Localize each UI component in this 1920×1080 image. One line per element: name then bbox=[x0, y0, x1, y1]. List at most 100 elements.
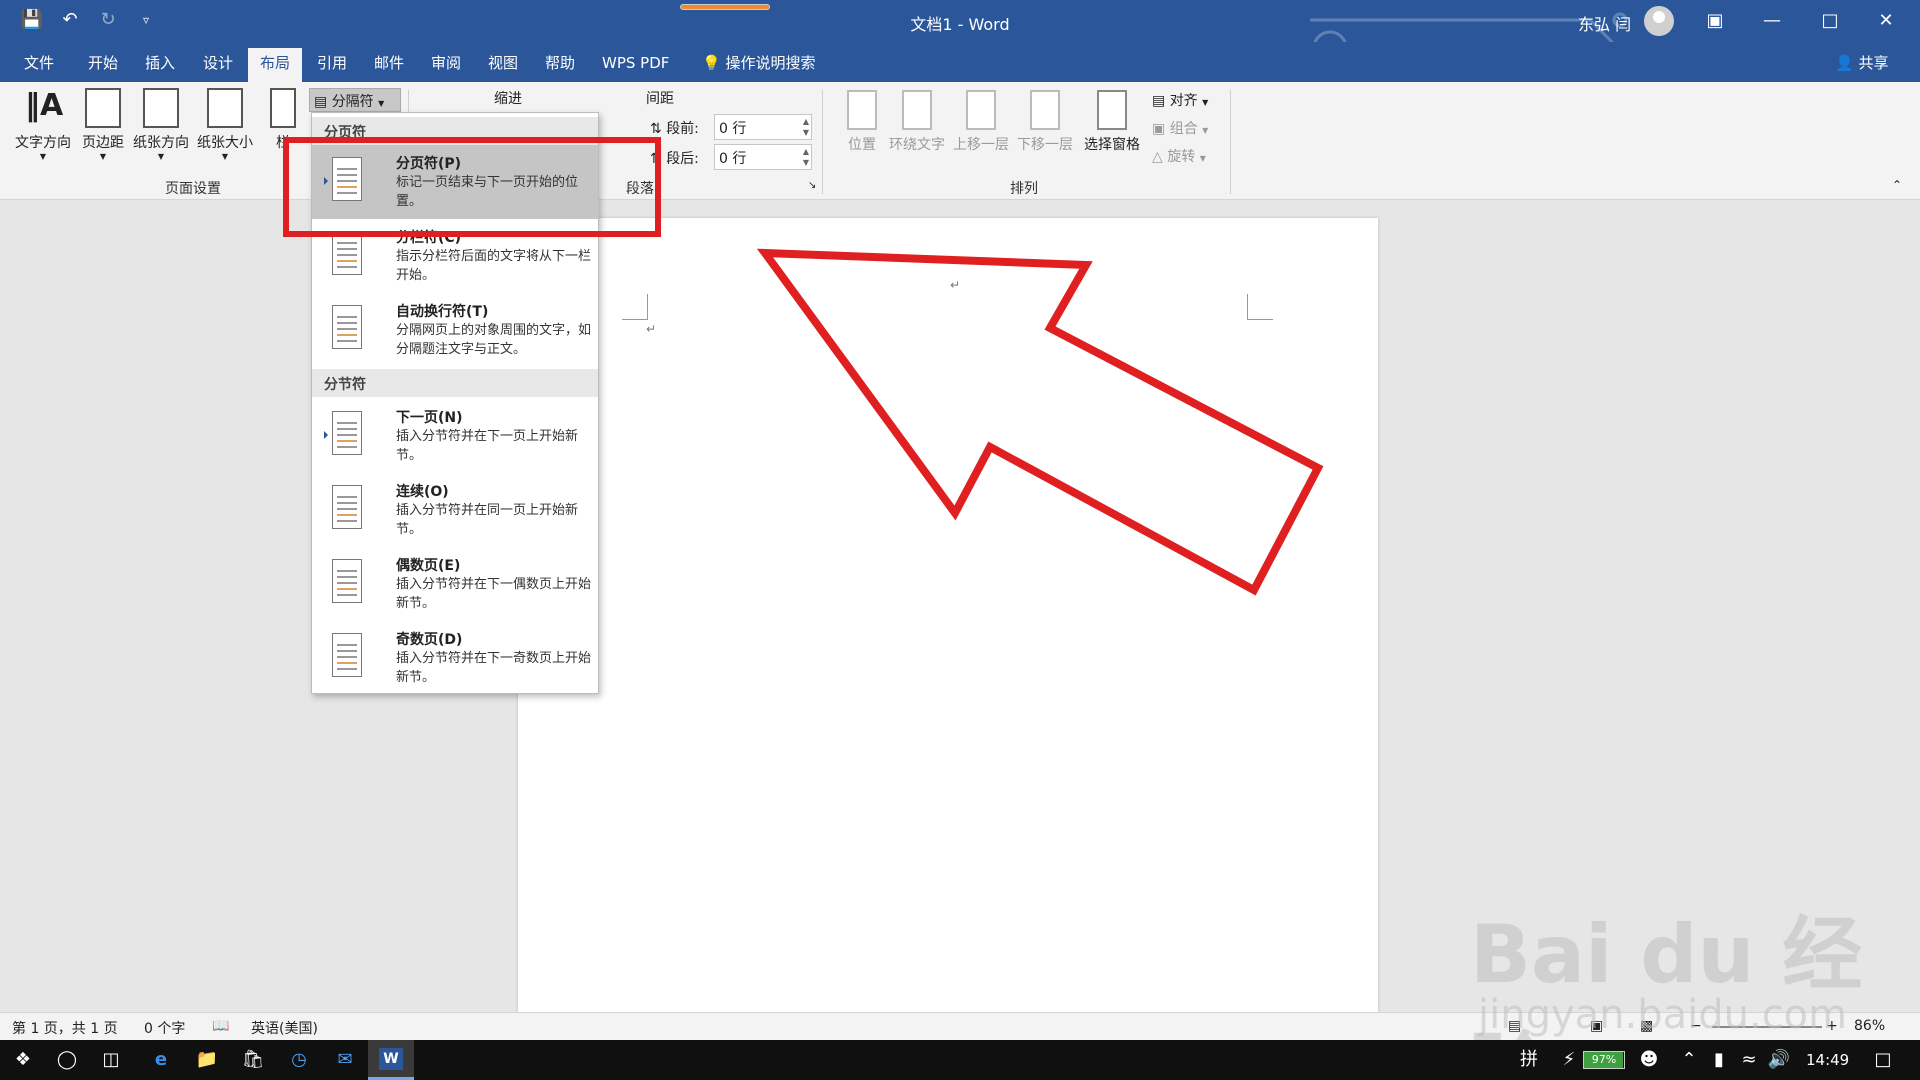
margin-corner-top-left bbox=[622, 294, 648, 320]
task-view-icon[interactable]: ◫ bbox=[98, 1048, 124, 1072]
orientation-button[interactable]: 纸张方向 ▼ bbox=[130, 88, 192, 161]
next-page-section-icon bbox=[332, 411, 362, 455]
watermark-url: jingyan.baidu.com bbox=[1478, 992, 1848, 1038]
position-label: 位置 bbox=[848, 137, 876, 153]
highlight-box bbox=[283, 137, 661, 237]
indent-label: 缩进 bbox=[494, 91, 522, 107]
tab-help[interactable]: 帮助 bbox=[533, 48, 587, 82]
tab-file[interactable]: 文件 bbox=[12, 48, 66, 82]
submenu-marker-icon bbox=[324, 431, 328, 439]
menu-item-text-wrapping-break[interactable]: 自动换行符(T) 分隔网页上的对象周围的文字，如分隔题注文字与正文。 bbox=[312, 293, 598, 367]
continuous-section-icon bbox=[332, 485, 362, 529]
spin-arrows-icon[interactable]: ▲ ▼ bbox=[803, 116, 809, 138]
tell-me-label: 操作说明搜索 bbox=[725, 54, 816, 72]
windows-start-icon[interactable]: ❖ bbox=[10, 1048, 36, 1072]
selection-pane-button[interactable]: 选择窗格 bbox=[1080, 90, 1144, 154]
mail-icon[interactable]: ✉ bbox=[332, 1048, 358, 1072]
spacing-before-input[interactable]: 0 行 ▲ ▼ bbox=[714, 114, 812, 140]
wrap-text-button[interactable]: 环绕文字 bbox=[886, 90, 948, 154]
show-hidden-icons-chevron[interactable]: ⌃ bbox=[1676, 1048, 1702, 1072]
menu-item-description: 插入分节符并在下一页上开始新节。 bbox=[396, 429, 579, 463]
menu-item-next-page[interactable]: 下一页(N) 插入分节符并在下一页上开始新节。 bbox=[312, 399, 598, 473]
tab-layout[interactable]: 布局 bbox=[248, 48, 303, 82]
group-objects-button[interactable]: ▣ 组合 ▼ bbox=[1152, 118, 1208, 138]
people-icon[interactable]: ☻ bbox=[1636, 1048, 1662, 1072]
volume-icon[interactable]: 🔊 bbox=[1766, 1048, 1792, 1072]
align-icon: ▤ bbox=[1152, 93, 1166, 109]
battery-indicator[interactable]: 97% bbox=[1583, 1051, 1625, 1069]
cortana-search-icon[interactable]: ◯ bbox=[54, 1048, 80, 1072]
margins-label: 页边距 bbox=[82, 135, 124, 151]
ime-indicator[interactable]: 拼 bbox=[1516, 1048, 1542, 1072]
page-count[interactable]: 第 1 页，共 1 页 bbox=[12, 1018, 118, 1038]
menu-item-description: 插入分节符并在下一奇数页上开始新节。 bbox=[396, 651, 592, 685]
battery-tray-icon[interactable]: ▮ bbox=[1706, 1048, 1732, 1072]
tab-references[interactable]: 引用 bbox=[305, 48, 359, 82]
file-explorer-icon[interactable]: 📁 bbox=[194, 1048, 220, 1072]
chevron-down-icon: ▼ bbox=[39, 152, 47, 161]
document-page[interactable]: ↵ ↵ bbox=[518, 218, 1378, 1012]
user-name[interactable]: 东弘 闫 bbox=[1578, 11, 1631, 35]
size-button[interactable]: 纸张大小 ▼ bbox=[194, 88, 256, 161]
even-page-section-icon bbox=[332, 559, 362, 603]
menu-item-odd-page[interactable]: 奇数页(D) 插入分节符并在下一奇数页上开始新节。 bbox=[312, 621, 598, 695]
wifi-icon[interactable]: ≈ bbox=[1736, 1048, 1762, 1072]
breaks-button[interactable]: ▤ 分隔符 ▼ bbox=[309, 88, 401, 112]
spacing-before-text: 段前: bbox=[666, 121, 699, 137]
align-button[interactable]: ▤ 对齐 ▼ bbox=[1152, 90, 1208, 110]
clock-app-icon[interactable]: ◷ bbox=[286, 1048, 312, 1072]
send-backward-button[interactable]: 下移一层 bbox=[1014, 90, 1076, 154]
tab-mailings[interactable]: 邮件 bbox=[362, 48, 416, 82]
menu-item-description: 插入分节符并在同一页上开始新节。 bbox=[396, 503, 579, 537]
section-breaks-header: 分节符 bbox=[312, 369, 598, 397]
share-button[interactable]: 👤 共享 bbox=[1835, 52, 1888, 73]
menu-item-even-page[interactable]: 偶数页(E) 插入分节符并在下一偶数页上开始新节。 bbox=[312, 547, 598, 621]
spin-arrows-icon[interactable]: ▲ ▼ bbox=[803, 146, 809, 168]
tab-wps-pdf[interactable]: WPS PDF bbox=[590, 48, 681, 82]
spacing-after-input[interactable]: 0 行 ▲ ▼ bbox=[714, 144, 812, 170]
paper-size-icon bbox=[207, 88, 243, 128]
power-plug-icon[interactable]: ⚡ bbox=[1556, 1048, 1582, 1072]
user-avatar[interactable] bbox=[1644, 6, 1674, 36]
language-indicator[interactable]: 英语(美国) bbox=[251, 1018, 318, 1038]
tell-me-search[interactable]: 💡 操作说明搜索 bbox=[690, 48, 827, 82]
align-label: 对齐 bbox=[1169, 93, 1198, 109]
close-icon[interactable]: ✕ bbox=[1871, 8, 1901, 34]
columns-icon bbox=[270, 88, 296, 128]
wrap-text-label: 环绕文字 bbox=[889, 137, 945, 153]
word-count[interactable]: 0 个字 bbox=[144, 1018, 185, 1038]
minimize-icon[interactable]: — bbox=[1757, 8, 1787, 34]
tab-home[interactable]: 开始 bbox=[76, 48, 130, 82]
proofing-icon[interactable]: 📖 bbox=[212, 1018, 229, 1034]
wrap-text-icon bbox=[902, 90, 932, 130]
ribbon-display-options-icon[interactable]: ▣ bbox=[1700, 8, 1730, 34]
bring-forward-button[interactable]: 上移一层 bbox=[950, 90, 1012, 154]
system-clock[interactable]: 14:49 bbox=[1806, 1051, 1849, 1069]
tab-view[interactable]: 视图 bbox=[476, 48, 530, 82]
dialog-launcher-icon[interactable]: ↘ bbox=[808, 180, 816, 191]
text-direction-button[interactable]: ‖A 文字方向 ▼ bbox=[12, 88, 74, 161]
margins-icon bbox=[85, 88, 121, 128]
tab-insert[interactable]: 插入 bbox=[133, 48, 187, 82]
column-break-icon bbox=[332, 231, 362, 275]
maximize-icon[interactable]: □ bbox=[1815, 8, 1845, 34]
position-button[interactable]: 位置 bbox=[840, 90, 884, 154]
menu-item-description: 分隔网页上的对象周围的文字，如分隔题注文字与正文。 bbox=[396, 323, 592, 357]
rotate-icon: △ bbox=[1152, 149, 1163, 165]
menu-item-title: 偶数页(E) bbox=[396, 558, 461, 574]
store-icon[interactable]: 🛍 bbox=[240, 1048, 266, 1072]
tab-design[interactable]: 设计 bbox=[191, 48, 245, 82]
selection-pane-icon bbox=[1097, 90, 1127, 130]
edge-browser-icon[interactable]: e bbox=[148, 1048, 174, 1072]
action-center-icon[interactable]: □ bbox=[1870, 1048, 1896, 1072]
menu-item-continuous[interactable]: 连续(O) 插入分节符并在同一页上开始新节。 bbox=[312, 473, 598, 547]
margins-button[interactable]: 页边距 ▼ bbox=[78, 88, 128, 161]
orientation-label: 纸张方向 bbox=[133, 135, 189, 151]
word-taskbar-button[interactable]: W bbox=[368, 1040, 414, 1080]
menu-item-title: 连续(O) bbox=[396, 484, 449, 500]
bring-forward-label: 上移一层 bbox=[953, 137, 1009, 153]
rotate-button[interactable]: △ 旋转 ▼ bbox=[1152, 146, 1206, 166]
tab-review[interactable]: 审阅 bbox=[419, 48, 473, 82]
menu-item-title: 自动换行符(T) bbox=[396, 304, 489, 320]
collapse-ribbon-icon[interactable]: ⌃ bbox=[1892, 178, 1902, 192]
